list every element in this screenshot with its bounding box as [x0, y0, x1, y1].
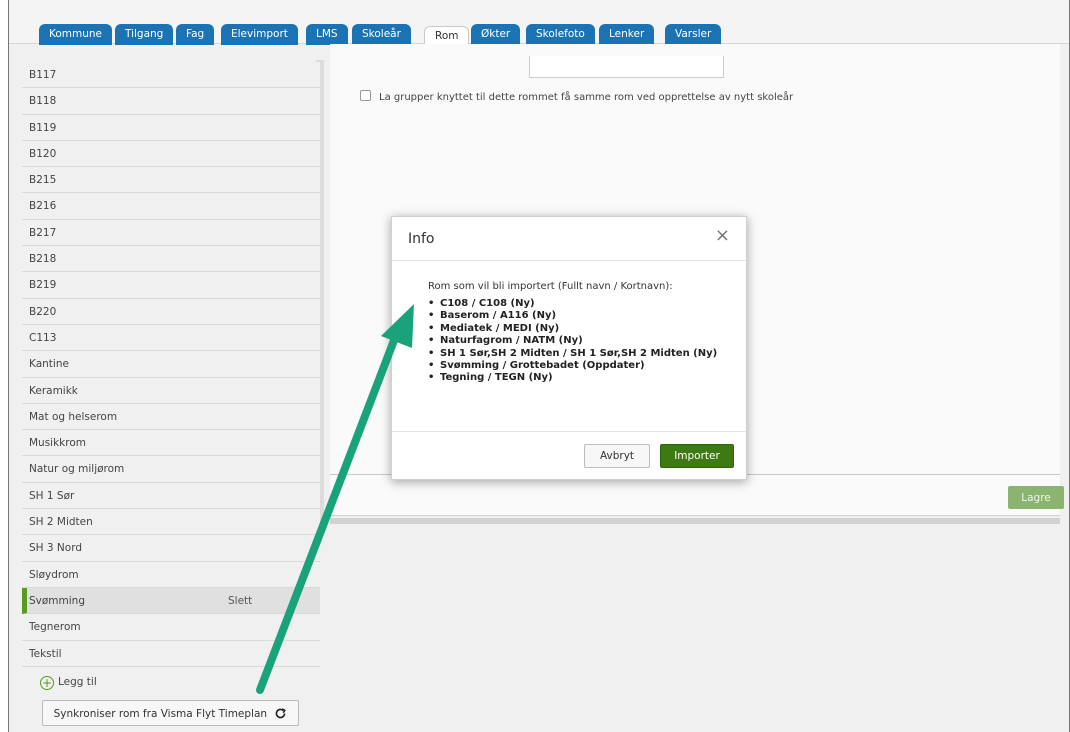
import-item: SH 1 Sør,SH 2 Midten / SH 1 Sør,SH 2 Mid… [428, 348, 746, 361]
keep-room-label: La grupper knyttet til dette rommet få s… [379, 92, 794, 103]
tab-skolefoto[interactable]: Skolefoto [526, 24, 595, 45]
import-item: C108 / C108 (Ny) [428, 298, 746, 311]
save-button[interactable]: Lagre [1008, 486, 1064, 509]
room-name: Keramikk [29, 384, 78, 397]
add-room-label: Legg til [58, 676, 97, 688]
room-name: B117 [29, 69, 57, 81]
tab-kommune[interactable]: Kommune [39, 24, 113, 45]
room-name: Natur og miljørom [29, 463, 125, 476]
tab-bar: Kommune Tilgang Fag Elevimport LMS Skole… [9, 0, 1069, 46]
room-name: SH 3 Nord [29, 542, 82, 555]
room-name: C113 [29, 331, 57, 344]
room-name: Svømming [29, 594, 85, 607]
room-list-item[interactable]: Musikkrom [22, 430, 320, 457]
tab-elevimport[interactable]: Elevimport [221, 24, 298, 45]
sync-rooms-label: Synkroniser rom fra Visma Flyt Timeplan [53, 707, 268, 720]
tab-skolear[interactable]: Skoleår [352, 24, 411, 45]
room-list-item[interactable]: Tekstil [22, 640, 320, 667]
room-list-item[interactable]: Sløydrom [22, 561, 320, 588]
room-list-item[interactable]: Natur og miljørom [22, 456, 320, 483]
add-room-link[interactable]: + Legg til [40, 672, 97, 692]
room-list-item[interactable]: B219 [22, 272, 320, 299]
sync-rooms-button[interactable]: Synkroniser rom fra Visma Flyt Timeplan [42, 700, 299, 726]
room-name: B215 [29, 174, 57, 187]
dialog-header: Info × [392, 217, 746, 261]
tab-okter[interactable]: Økter [471, 24, 521, 45]
room-name: Tegnerom [29, 621, 81, 634]
room-list-item[interactable]: B215 [22, 167, 320, 194]
room-name: Kantine [29, 358, 69, 371]
import-button[interactable]: Importer [660, 444, 734, 468]
tab-rom[interactable]: Rom [424, 26, 470, 46]
close-icon[interactable]: × [715, 227, 730, 245]
room-list-item[interactable]: C113 [22, 324, 320, 352]
tab-lenker[interactable]: Lenker [599, 24, 655, 45]
room-name: Mat og helserom [29, 410, 118, 423]
import-item: Naturfagrom / NATM (Ny) [428, 335, 746, 348]
room-list-item[interactable]: B118 [22, 88, 320, 115]
import-item: Baserom / A116 (Ny) [428, 310, 746, 323]
tab-tilgang[interactable]: Tilgang [115, 24, 174, 45]
room-list-item[interactable]: B216 [22, 193, 320, 220]
room-name: B118 [29, 95, 57, 108]
room-list-item[interactable]: B220 [22, 298, 320, 325]
room-list-item[interactable]: Keramikk [22, 377, 320, 404]
room-list: B117 B118 B119 B120 B215 B216 B217 B218 B219 B220… [22, 62, 320, 667]
room-name: Musikkrom [29, 437, 87, 450]
refresh-icon [276, 707, 287, 718]
tab-fag[interactable]: Fag [176, 24, 215, 45]
room-list-item[interactable]: SH 1 Sør [22, 482, 320, 510]
room-name: B219 [29, 279, 57, 292]
room-name: B220 [29, 305, 57, 318]
import-item: Mediatek / MEDI (Ny) [428, 323, 746, 336]
room-list-item[interactable]: Tegnerom [22, 614, 320, 641]
room-list-item[interactable]: B217 [22, 219, 320, 247]
tab-lms[interactable]: LMS [306, 24, 348, 45]
room-list-item[interactable]: SH 3 Nord [22, 535, 320, 562]
import-list: C108 / C108 (Ny)Baserom / A116 (Ny)Media… [428, 298, 746, 385]
room-list-item[interactable]: B218 [22, 246, 320, 273]
room-list-item[interactable]: B120 [22, 140, 320, 168]
room-name: SH 2 Midten [29, 516, 93, 529]
keep-room-option: La grupper knyttet til dette rommet få s… [360, 90, 793, 103]
room-name: Sløydrom [29, 568, 79, 581]
room-list-item[interactable]: Mat og helserom [22, 403, 320, 431]
room-list-item[interactable]: Kantine [22, 351, 320, 378]
room-list-item[interactable]: SH 2 Midten [22, 509, 320, 536]
room-name: SH 1 Sør [29, 489, 75, 502]
info-dialog: Info × Rom som vil bli importert (Fullt … [391, 216, 747, 480]
lower-divider [330, 518, 1060, 524]
import-item: Svømming / Grottebadet (Oppdater) [428, 360, 746, 373]
room-name: B218 [29, 253, 57, 266]
room-list-item[interactable]: B119 [22, 114, 320, 141]
dialog-body: Rom som vil bli importert (Fullt navn / … [392, 261, 746, 385]
room-name: B119 [29, 121, 57, 134]
room-name: B216 [29, 200, 57, 213]
keep-room-checkbox[interactable] [360, 90, 371, 101]
room-list-item[interactable]: B117 [22, 62, 320, 89]
cancel-button[interactable]: Avbryt [584, 444, 650, 468]
room-list-item[interactable]: Svømming Slett [22, 587, 320, 615]
import-item: Tegning / TEGN (Ny) [428, 372, 746, 385]
room-name-field[interactable] [529, 56, 724, 78]
dialog-intro: Rom som vil bli importert (Fullt navn / … [428, 281, 673, 292]
room-name: B120 [29, 147, 57, 160]
room-name: Tekstil [29, 647, 62, 660]
delete-room-link[interactable]: Slett [228, 588, 252, 614]
tab-varsler[interactable]: Varsler [665, 24, 722, 45]
dialog-footer: Avbryt Importer [392, 431, 746, 479]
room-name: B217 [29, 226, 57, 239]
dialog-title: Info [408, 231, 435, 247]
plus-icon: + [40, 676, 54, 690]
